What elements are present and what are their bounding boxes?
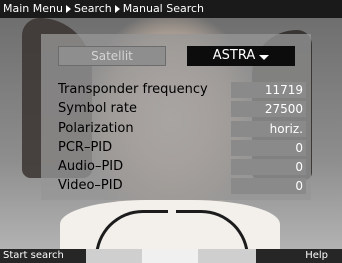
symbol-rate-field[interactable]: 27500 — [231, 101, 306, 117]
param-label: Polarization — [58, 121, 134, 136]
breadcrumb-separator-icon — [114, 5, 120, 13]
transponder-frequency-field[interactable]: 11719 — [231, 82, 306, 98]
param-row-video-pid[interactable]: Video–PID 0 — [58, 177, 306, 195]
satellite-row: Satellit ASTRA — [58, 46, 304, 66]
manual-search-panel: Satellit ASTRA Transponder frequency 117… — [41, 34, 311, 200]
help-button[interactable]: Help — [256, 249, 342, 263]
breadcrumb-item-main-menu[interactable]: Main Menu — [3, 0, 63, 18]
breadcrumb: Main Menu Search Manual Search — [0, 0, 342, 18]
audio-pid-field[interactable]: 0 — [231, 159, 306, 175]
param-row-audio-pid[interactable]: Audio–PID 0 — [58, 158, 306, 176]
breadcrumb-separator-icon — [65, 5, 71, 13]
param-row-symbol-rate[interactable]: Symbol rate 27500 — [58, 100, 306, 118]
param-row-transponder-frequency[interactable]: Transponder frequency 11719 — [58, 81, 306, 99]
satellite-label: Satellit — [58, 46, 166, 66]
start-search-button[interactable]: Start search — [0, 249, 86, 263]
satellite-selected-value: ASTRA — [212, 48, 256, 63]
param-label: Symbol rate — [58, 101, 137, 116]
satellite-select[interactable]: ASTRA — [187, 46, 295, 66]
param-label: Transponder frequency — [58, 82, 208, 97]
breadcrumb-item-search[interactable]: Search — [74, 0, 112, 18]
bottom-bar: Start search Help — [0, 249, 342, 263]
param-row-pcr-pid[interactable]: PCR–PID 0 — [58, 139, 306, 157]
param-label: Audio–PID — [58, 159, 124, 174]
chevron-down-icon — [259, 54, 270, 60]
video-pid-field[interactable]: 0 — [231, 178, 306, 194]
param-row-polarization[interactable]: Polarization horiz. — [58, 120, 306, 138]
pcr-pid-field[interactable]: 0 — [231, 140, 306, 156]
breadcrumb-item-manual-search: Manual Search — [122, 2, 205, 15]
polarization-field[interactable]: horiz. — [231, 121, 306, 137]
param-label: PCR–PID — [58, 140, 113, 155]
param-label: Video–PID — [58, 178, 123, 193]
color-key-segment — [142, 249, 198, 263]
